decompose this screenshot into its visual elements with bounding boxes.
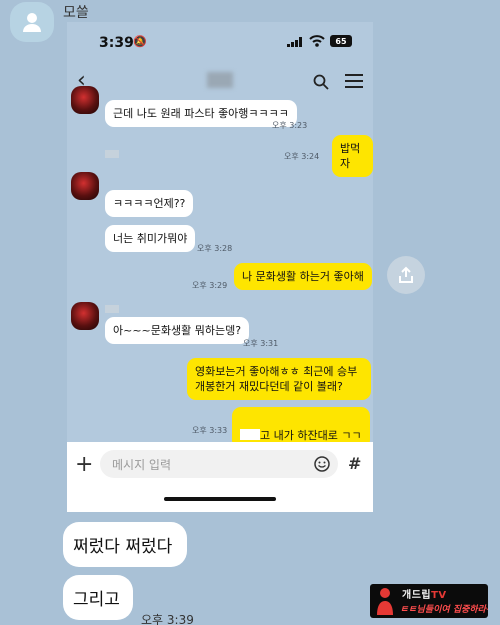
message-bubble[interactable]: 나 문화생활 하는거 좋아해 — [234, 263, 372, 290]
message-list: 근데 나도 원래 파스타 좋아행ㅋㅋㅋㅋ 오후 3:23 밥먹자 오후 3:24… — [67, 22, 373, 449]
watermark-subtitle: ㅌㅌ님들이여 집중하라~ — [400, 605, 488, 615]
watermark-logo: 개드립TV ㅌㅌ님들이여 집중하라~ — [370, 584, 488, 618]
message-input[interactable]: 메시지 입력 — [100, 450, 338, 478]
blurred-name — [105, 150, 119, 158]
outer-message-bubble[interactable]: 쩌렀다 쩌렀다 — [63, 522, 187, 567]
sender-avatar[interactable] — [10, 2, 54, 42]
contact-avatar[interactable] — [71, 302, 99, 330]
message-bubble[interactable]: 근데 나도 원래 파스타 좋아행ㅋㅋㅋㅋ — [105, 100, 297, 127]
contact-avatar[interactable] — [71, 86, 99, 114]
emoji-icon[interactable] — [314, 456, 330, 472]
message-bubble[interactable]: 영화보는거 좋아해ㅎㅎ 최근에 승부 개봉한거 재밌다던데 같이 볼래? — [187, 358, 371, 400]
watermark-title: 개드립TV — [402, 590, 447, 601]
message-time: 오후 3:29 — [192, 281, 228, 290]
message-bubble[interactable]: ㅋㅋㅋㅋ언제?? — [105, 190, 194, 217]
contact-avatar[interactable] — [71, 172, 99, 200]
blurred-name — [105, 305, 119, 313]
message-text: 고 내가 하잔대로 ㄱㄱ — [260, 429, 362, 442]
message-time: 오후 3:28 — [197, 244, 233, 253]
embedded-chat-screenshot[interactable]: 3:39 🔕 65 ‹ 근데 나도 원래 파스타 좋아행ㅋㅋㅋㅋ 오후 3:23… — [67, 22, 373, 512]
message-bubble[interactable]: 너는 취미가뭐야 — [105, 225, 196, 252]
silhouette-icon — [377, 588, 393, 615]
sender-name: 모쓸 — [63, 5, 89, 21]
message-bubble[interactable]: 아~~~문화생활 뭐하는뎅? — [105, 317, 250, 344]
input-bar: + 메시지 입력 # — [67, 442, 373, 512]
share-button[interactable] — [387, 256, 425, 294]
share-icon — [399, 266, 413, 283]
message-bubble[interactable]: 밥먹자 — [332, 135, 373, 177]
hash-icon[interactable]: # — [348, 454, 361, 473]
message-time: 오후 3:31 — [243, 339, 279, 348]
home-indicator — [164, 497, 276, 501]
plus-icon[interactable]: + — [75, 454, 93, 476]
outer-message-bubble[interactable]: 그리고 — [63, 575, 133, 620]
message-time: 오후 3:33 — [192, 426, 228, 435]
message-time: 오후 3:24 — [284, 152, 320, 161]
person-icon — [23, 13, 41, 32]
message-time: 오후 3:23 — [272, 121, 308, 130]
redacted-block — [240, 429, 260, 440]
outer-message-time: 오후 3:39 — [141, 613, 194, 625]
